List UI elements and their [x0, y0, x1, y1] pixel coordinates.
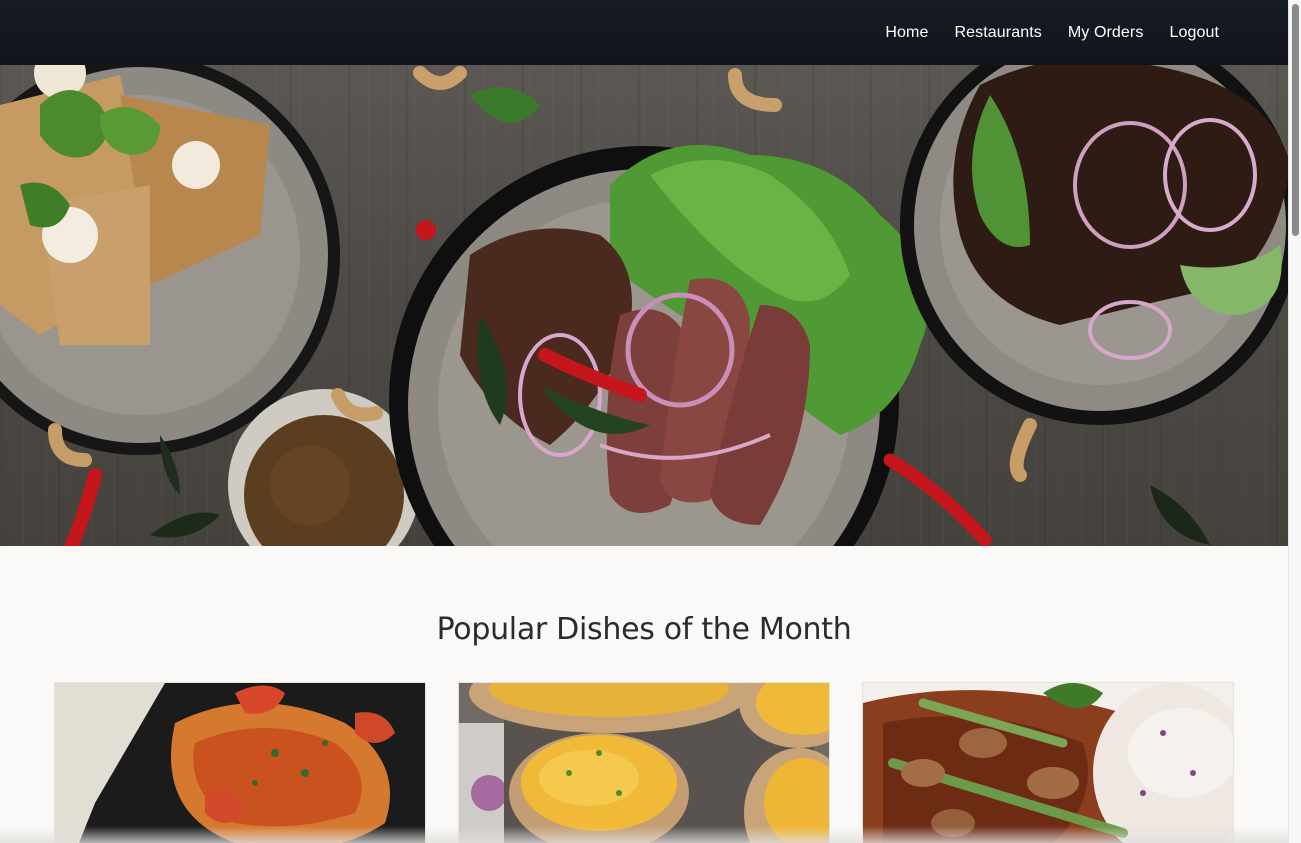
dish-image-chicken-mushroom	[863, 683, 1233, 843]
nav-home-link[interactable]: Home	[885, 24, 928, 42]
dish-image-baked-potatoes	[459, 683, 829, 843]
hero-banner-image	[0, 65, 1288, 546]
dish-image-shrimp-pasta	[55, 683, 425, 843]
top-navbar: Home Restaurants My Orders Logout	[0, 0, 1288, 65]
nav-logout-link[interactable]: Logout	[1169, 24, 1219, 42]
dish-card-1[interactable]	[54, 682, 426, 843]
dish-card-2[interactable]	[458, 682, 830, 843]
bottom-fade-overlay	[0, 826, 1288, 843]
scrollbar-thumb[interactable]	[1292, 4, 1299, 236]
section-title-popular-dishes: Popular Dishes of the Month	[436, 612, 852, 647]
nav-my-orders-link[interactable]: My Orders	[1068, 24, 1144, 42]
nav-restaurants-link[interactable]: Restaurants	[955, 24, 1042, 42]
dish-card-3[interactable]	[862, 682, 1234, 843]
hero-food-illustration	[0, 65, 1288, 546]
vertical-scrollbar[interactable]	[1288, 0, 1301, 843]
